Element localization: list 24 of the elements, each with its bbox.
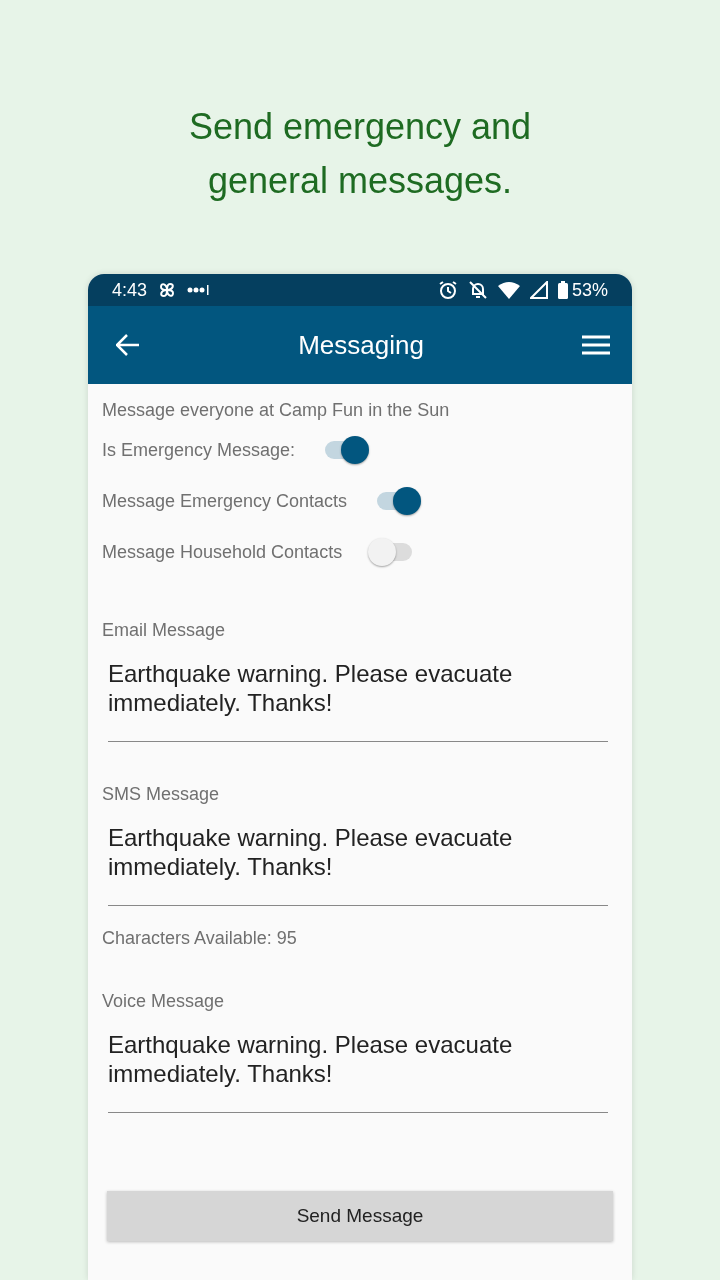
toggle-label: Message Emergency Contacts [102, 491, 348, 512]
signal-dots-icon [187, 284, 212, 296]
muted-bell-icon [467, 280, 488, 300]
field-label: Voice Message [102, 991, 226, 1012]
headline: Send emergency and general messages. [187, 105, 533, 203]
subtitle: Message everyone at Camp Fun in the Sun [102, 400, 451, 421]
status-time: 4:43 [112, 279, 148, 301]
back-arrow-icon[interactable] [116, 334, 140, 356]
field-label: Email Message [102, 620, 227, 641]
message-input-field[interactable]: Earthquake warning. Please evacuate immediately. Thanks! [108, 823, 608, 906]
wifi-icon [497, 281, 520, 299]
menu-icon[interactable] [582, 335, 610, 355]
message-input-field[interactable]: Earthquake warning. Please evacuate immediately. Thanks! [108, 1030, 608, 1113]
toggle-label: Message Household Contacts [102, 542, 343, 563]
cell-signal-icon [529, 281, 548, 299]
toggle-label: Is Emergency Message: [102, 440, 296, 461]
character-count: Characters Available: 95 [102, 928, 298, 949]
screen-title: Messaging [298, 329, 424, 361]
field-label: SMS Message [102, 784, 221, 805]
message-input-field[interactable]: Earthquake warning. Please evacuate immediately. Thanks! [108, 659, 608, 742]
battery-percent: 53% [571, 279, 608, 301]
alarm-clock-icon [437, 280, 458, 300]
send-message-button[interactable]: Send Message [107, 1191, 613, 1241]
battery-icon [557, 281, 568, 299]
